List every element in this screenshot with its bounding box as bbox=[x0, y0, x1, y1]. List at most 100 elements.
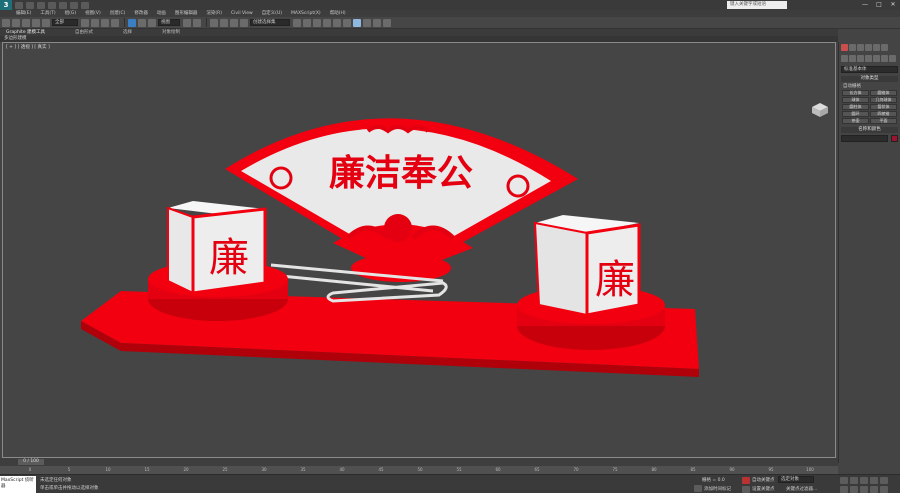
maximize-viewport-icon[interactable] bbox=[880, 486, 888, 493]
systems-icon[interactable] bbox=[889, 55, 896, 62]
menu-edit[interactable]: 编辑(E) bbox=[16, 10, 31, 17]
object-type-rollout[interactable]: 对象类型 bbox=[841, 76, 898, 82]
undo-icon[interactable] bbox=[48, 1, 56, 9]
tube-button[interactable]: 管状体 bbox=[870, 104, 897, 110]
move-icon[interactable] bbox=[128, 18, 136, 27]
material-editor-icon[interactable] bbox=[353, 18, 361, 27]
align-icon[interactable] bbox=[303, 18, 311, 27]
tab-object-paint[interactable]: 对象绘制 bbox=[162, 29, 180, 36]
menu-graph-editors[interactable]: 图形编辑器 bbox=[175, 10, 198, 17]
geosphere-button[interactable]: 几何球体 bbox=[870, 97, 897, 103]
torus-button[interactable]: 圆环 bbox=[842, 111, 869, 117]
graphite-toggle-icon[interactable] bbox=[323, 18, 331, 27]
menu-maxscript[interactable]: MAXScript(X) bbox=[291, 10, 321, 17]
pyramid-button[interactable]: 四棱锥 bbox=[870, 111, 897, 117]
menu-customize[interactable]: 自定义(U) bbox=[262, 10, 282, 17]
auto-key-label[interactable]: 自动关键点 bbox=[752, 477, 775, 483]
plane-button[interactable]: 平面 bbox=[870, 118, 897, 124]
time-tag-icon[interactable] bbox=[694, 485, 702, 492]
menu-modifiers[interactable]: 修改器 bbox=[134, 10, 148, 17]
select-manipulate-icon[interactable] bbox=[193, 18, 201, 27]
field-of-view-icon[interactable] bbox=[860, 486, 868, 493]
link-icon[interactable] bbox=[22, 18, 30, 27]
tab-selection[interactable]: 选择 bbox=[123, 29, 132, 36]
hierarchy-tab-icon[interactable] bbox=[857, 44, 864, 51]
helpers-icon[interactable] bbox=[873, 55, 880, 62]
undo-icon[interactable] bbox=[2, 18, 10, 27]
display-tab-icon[interactable] bbox=[873, 44, 880, 51]
close-button[interactable]: ✕ bbox=[886, 0, 900, 10]
rendered-frame-icon[interactable] bbox=[373, 18, 381, 27]
curve-editor-icon[interactable] bbox=[333, 18, 341, 27]
menu-create[interactable]: 创建(C) bbox=[110, 10, 126, 17]
percent-snap-icon[interactable] bbox=[230, 18, 238, 27]
minimize-button[interactable]: — bbox=[858, 0, 872, 10]
zoom-icon[interactable] bbox=[840, 486, 848, 493]
project-folder-icon[interactable] bbox=[70, 1, 78, 9]
unlink-icon[interactable] bbox=[32, 18, 40, 27]
key-filters-button[interactable]: 关键点过滤器... bbox=[786, 486, 817, 492]
open-file-icon[interactable] bbox=[26, 1, 34, 9]
auto-key-icon[interactable] bbox=[742, 477, 750, 484]
maxscript-listener[interactable]: MaxScript 侦听器 bbox=[0, 476, 36, 493]
mirror-icon[interactable] bbox=[293, 18, 301, 27]
redo-icon[interactable] bbox=[12, 18, 20, 27]
teapot-button[interactable]: 茶壶 bbox=[842, 118, 869, 124]
modify-tab-icon[interactable] bbox=[849, 44, 856, 51]
object-color-swatch[interactable] bbox=[891, 135, 898, 142]
bind-space-warp-icon[interactable] bbox=[42, 18, 50, 27]
box-button[interactable]: 长方体 bbox=[842, 90, 869, 96]
create-tab-icon[interactable] bbox=[841, 44, 848, 51]
zoom-extents-icon[interactable] bbox=[850, 486, 858, 493]
new-file-icon[interactable] bbox=[15, 1, 23, 9]
tab-graphite-modeling[interactable]: Graphite 建模工具 bbox=[6, 29, 45, 36]
menu-animation[interactable]: 动画 bbox=[157, 10, 166, 17]
motion-tab-icon[interactable] bbox=[865, 44, 872, 51]
auto-grid-checkbox[interactable]: 自动栅格 bbox=[843, 83, 896, 89]
menu-view[interactable]: 视图(V) bbox=[85, 10, 101, 17]
snaps-toggle-icon[interactable] bbox=[210, 18, 218, 27]
lights-icon[interactable] bbox=[857, 55, 864, 62]
menu-rendering[interactable]: 渲染(R) bbox=[206, 10, 222, 17]
add-time-tag[interactable]: 添加时间标记 bbox=[704, 486, 731, 492]
select-by-name-icon[interactable] bbox=[91, 18, 99, 27]
menu-help[interactable]: 帮助(H) bbox=[330, 10, 346, 17]
schematic-view-icon[interactable] bbox=[343, 18, 351, 27]
scale-icon[interactable] bbox=[148, 18, 156, 27]
viewcube-icon[interactable] bbox=[809, 101, 831, 119]
pivot-center-icon[interactable] bbox=[183, 18, 191, 27]
rotate-icon[interactable] bbox=[138, 18, 146, 27]
cylinder-button[interactable]: 圆柱体 bbox=[842, 104, 869, 110]
time-slider[interactable]: 0 / 100 bbox=[18, 459, 44, 465]
menu-civil-view[interactable]: Civil View bbox=[231, 10, 253, 17]
cone-button[interactable]: 圆锥体 bbox=[870, 90, 897, 96]
set-key-icon[interactable] bbox=[742, 486, 750, 493]
selected-objects-dropdown[interactable]: 选定对象 bbox=[778, 476, 814, 483]
utilities-tab-icon[interactable] bbox=[881, 44, 888, 51]
next-frame-icon[interactable] bbox=[870, 477, 878, 484]
rectangle-selection-icon[interactable] bbox=[101, 18, 109, 27]
maximize-button[interactable]: □ bbox=[872, 0, 886, 10]
render-setup-icon[interactable] bbox=[363, 18, 371, 27]
render-production-icon[interactable] bbox=[383, 18, 391, 27]
menu-tools[interactable]: 工具(T) bbox=[40, 10, 55, 17]
space-warps-icon[interactable] bbox=[881, 55, 888, 62]
app-logo[interactable]: 3 bbox=[0, 0, 12, 10]
save-file-icon[interactable] bbox=[37, 1, 45, 9]
primitive-category-dropdown[interactable]: 标准基本体 bbox=[841, 66, 898, 73]
workspace-dropdown-icon[interactable] bbox=[81, 1, 89, 9]
window-crossing-icon[interactable] bbox=[111, 18, 119, 27]
goto-start-icon[interactable] bbox=[840, 477, 848, 484]
search-input[interactable]: 键入关键字或短语 bbox=[727, 1, 787, 9]
goto-end-icon[interactable] bbox=[880, 477, 888, 484]
select-object-icon[interactable] bbox=[81, 18, 89, 27]
geometry-icon[interactable] bbox=[841, 55, 848, 62]
layer-manager-icon[interactable] bbox=[313, 18, 321, 27]
set-key-label[interactable]: 设置关键点 bbox=[752, 486, 775, 492]
tab-freeform[interactable]: 自由形式 bbox=[75, 29, 93, 36]
spinner-snap-icon[interactable] bbox=[240, 18, 248, 27]
reference-coord-dropdown[interactable]: 视图 bbox=[158, 19, 180, 26]
sphere-button[interactable]: 球体 bbox=[842, 97, 869, 103]
cameras-icon[interactable] bbox=[865, 55, 872, 62]
selection-filter-dropdown[interactable]: 全部 bbox=[52, 19, 78, 26]
